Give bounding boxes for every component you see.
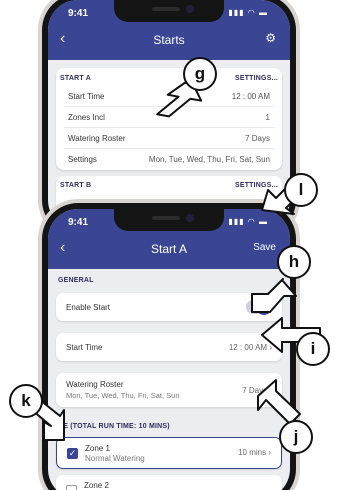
arrow-j: [257, 379, 301, 425]
callout-g: g: [183, 57, 217, 91]
annotated-screenshot: 9:41 ▮▮▮ ◠ ▬ ‹ Starts ⚙ START A SETTINGS…: [0, 0, 337, 490]
callout-l: l: [284, 173, 318, 207]
callout-arrows: [31, 81, 321, 441]
callout-j: j: [279, 420, 313, 454]
callout-k: k: [9, 384, 43, 418]
arrow-h: [251, 278, 297, 313]
callout-i: i: [296, 332, 330, 366]
callout-h: h: [277, 245, 311, 279]
